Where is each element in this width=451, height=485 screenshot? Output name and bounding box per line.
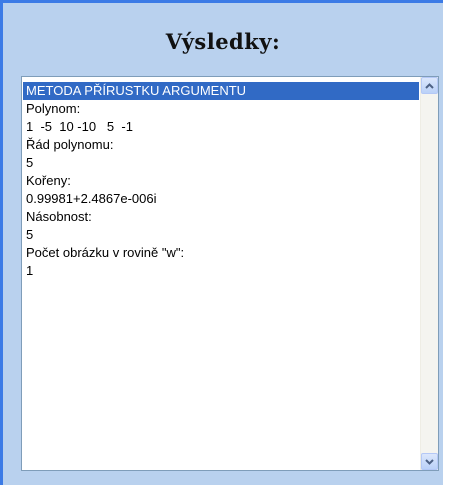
results-listbox[interactable]: METODA PŘÍRUSTKU ARGUMENTU Polynom: 1 -5… [21, 76, 439, 471]
list-item[interactable]: 1 [23, 262, 419, 280]
list-item[interactable]: Polynom: [23, 100, 419, 118]
scroll-down-button[interactable] [421, 453, 438, 470]
vertical-scrollbar[interactable] [420, 77, 438, 470]
results-panel: Výsledky: METODA PŘÍRUSTKU ARGUMENTU Pol… [0, 0, 443, 485]
list-item[interactable]: Násobnost: [23, 208, 419, 226]
panel-title: Výsledky: [165, 29, 281, 54]
list-item-selected[interactable]: METODA PŘÍRUSTKU ARGUMENTU [23, 82, 419, 100]
chevron-down-icon [425, 458, 434, 465]
list-item[interactable]: 5 [23, 154, 419, 172]
scroll-up-button[interactable] [421, 77, 438, 94]
list-item[interactable]: Řád polynomu: [23, 136, 419, 154]
list-item[interactable]: Kořeny: [23, 172, 419, 190]
list-item[interactable]: 5 [23, 226, 419, 244]
list-item[interactable]: 1 -5 10 -10 5 -1 [23, 118, 419, 136]
list-item[interactable]: 0.99981+2.4867e-006i [23, 190, 419, 208]
chevron-up-icon [425, 82, 434, 89]
list-item[interactable]: Počet obrázku v rovině "w": [23, 244, 419, 262]
results-list: METODA PŘÍRUSTKU ARGUMENTU Polynom: 1 -5… [23, 82, 419, 280]
